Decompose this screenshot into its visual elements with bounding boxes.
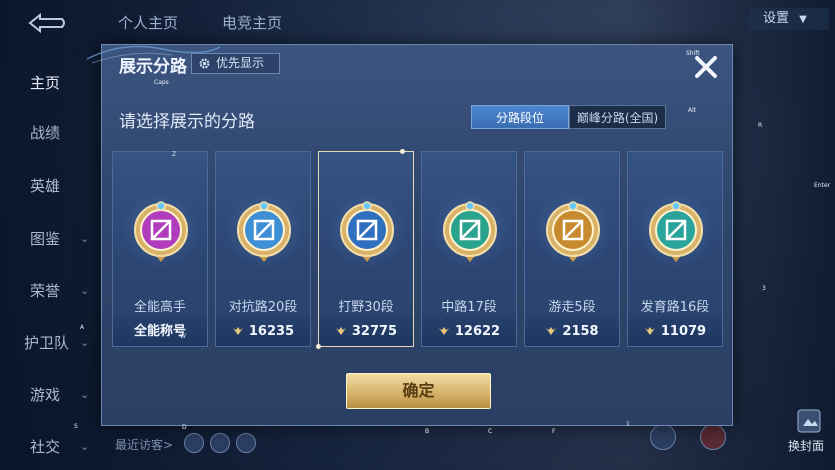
sidebar-item-honor[interactable]: 荣誉: [30, 280, 60, 301]
overlay-label: Caps: [154, 79, 169, 86]
close-icon[interactable]: [692, 53, 720, 81]
lane-card[interactable]: 发育路16段 11079: [627, 151, 723, 347]
lane-stat: 11079: [628, 318, 722, 346]
overlay-label: 1: [626, 421, 630, 428]
visitor-avatar[interactable]: [184, 433, 204, 453]
top-bar: 个人主页 电竞主页 设置 ▼: [0, 0, 835, 44]
lane-card[interactable]: 中路17段 12622: [421, 151, 517, 347]
hero-pose-icon[interactable]: [650, 424, 676, 450]
rank-points-icon: [644, 327, 655, 335]
settings-label: 设置: [763, 11, 790, 26]
mid-lane-emblem-icon: [443, 201, 497, 262]
overlay-label: Z: [172, 151, 177, 158]
overlay-label: D: [182, 424, 187, 431]
rank-points-icon: [335, 327, 346, 335]
change-cover-icon[interactable]: [796, 408, 822, 434]
overlay-label: W: [180, 333, 186, 340]
overlay-label: Alt: [688, 107, 697, 114]
lane-stat: 2158: [525, 318, 619, 346]
overlay-label: B: [425, 428, 430, 435]
lane-display-dialog: 展示分路 优先显示 请选择展示的分路 分路段位 巅峰分路(全国) 全能高手全能称…: [86, 44, 733, 426]
priority-display-button[interactable]: 优先显示: [191, 53, 280, 74]
dialog-subtitle: 请选择展示的分路: [119, 112, 255, 132]
back-arrow-icon[interactable]: [24, 12, 68, 34]
tab-lane-rank[interactable]: 分路段位: [471, 105, 569, 129]
change-cover-label: 换封面: [788, 439, 825, 453]
clash-lane-emblem-icon: [237, 201, 291, 262]
tab-profile[interactable]: 个人主页: [118, 12, 178, 33]
lane-name: 打野30段: [338, 300, 394, 315]
overlay-label: Enter: [814, 182, 831, 189]
overlay-label: 3: [762, 285, 766, 292]
overlay-label: Shift: [686, 50, 700, 57]
lane-name: 全能高手: [133, 300, 186, 315]
lane-stat: 全能称号: [113, 318, 207, 346]
sidebar-item-home[interactable]: 主页: [30, 72, 60, 93]
lane-stat-value: 32775: [351, 324, 398, 339]
selection-corner-marker: [316, 344, 321, 349]
settings-dropdown[interactable]: 设置 ▼: [749, 8, 829, 30]
dialog-title: 展示分路: [119, 57, 187, 77]
gear-icon: [199, 58, 210, 69]
lane-card[interactable]: 全能高手 全能称号: [112, 151, 208, 347]
lane-stat-value: 12622: [454, 324, 501, 339]
overlay-label: F: [552, 428, 556, 435]
jungle-emblem-icon: [340, 201, 394, 262]
recent-visitors-link[interactable]: 最近访客>: [115, 436, 173, 453]
lane-stat-value: 2158: [562, 324, 599, 339]
overlay-label: R: [758, 122, 763, 129]
sidebar-item-guard[interactable]: 护卫队: [24, 332, 69, 353]
visitor-avatar[interactable]: [210, 433, 230, 453]
visitor-avatar[interactable]: [236, 433, 256, 453]
sidebar-item-codex[interactable]: 图鉴: [30, 228, 60, 249]
chevron-down-icon: ⌄: [80, 232, 90, 245]
overlay-label: C: [488, 428, 493, 435]
sidebar-item-games[interactable]: 游戏: [30, 384, 60, 405]
sidebar-item-records[interactable]: 战绩: [30, 122, 60, 143]
lane-name: 对抗路20段: [228, 300, 298, 315]
rank-points-icon: [438, 327, 449, 335]
lane-stat: 16235: [216, 318, 310, 346]
lane-card[interactable]: 对抗路20段 16235: [215, 151, 311, 347]
lane-name: 中路17段: [441, 300, 497, 315]
lane-name: 游走5段: [548, 300, 596, 315]
sidebar-item-social[interactable]: 社交: [30, 436, 60, 457]
sidebar-item-heroes[interactable]: 英雄: [30, 175, 60, 196]
chevron-down-icon: ⌄: [80, 336, 90, 349]
tab-peak-lane[interactable]: 巅峰分路(全国): [569, 105, 666, 129]
chevron-down-icon: ⌄: [80, 440, 90, 453]
lane-stat: 12622: [422, 318, 516, 346]
lane-name: 发育路16段: [640, 300, 710, 315]
lane-card[interactable]: 打野30段 32775: [316, 149, 414, 349]
chevron-down-icon: ▼: [799, 14, 807, 25]
chevron-down-icon: ⌄: [80, 388, 90, 401]
lane-stat: 32775: [319, 318, 413, 346]
rank-points-icon: [546, 327, 557, 335]
lane-stat-value: 16235: [248, 324, 295, 339]
farm-lane-emblem-icon: [649, 201, 703, 262]
lane-stat-value: 全能称号: [133, 324, 186, 339]
lane-card[interactable]: 游走5段 2158: [524, 151, 620, 347]
chevron-down-icon: ⌄: [80, 284, 90, 297]
overlay-label: S: [74, 423, 78, 430]
skin-icon[interactable]: [700, 424, 726, 450]
overlay-label: A: [80, 324, 85, 331]
tab-esports[interactable]: 电竞主页: [222, 12, 282, 33]
lane-stat-value: 11079: [660, 324, 707, 339]
rank-points-icon: [232, 327, 243, 335]
omni-emblem-icon: [134, 201, 188, 262]
selection-corner-marker: [400, 149, 405, 154]
priority-display-label: 优先显示: [216, 56, 265, 70]
roam-emblem-icon: [546, 201, 600, 262]
confirm-button[interactable]: 确定: [346, 373, 491, 409]
